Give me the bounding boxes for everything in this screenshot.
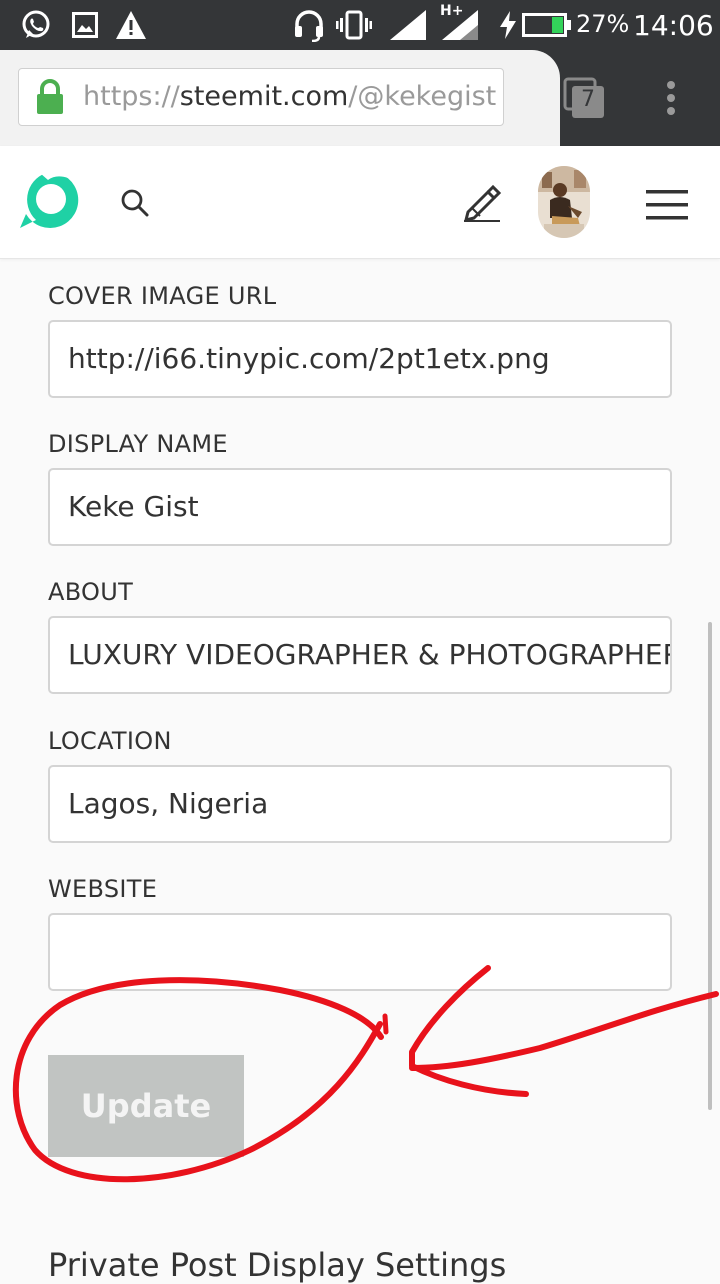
lock-icon: [35, 79, 65, 119]
browser-toolbar: https://steemit.com/@kekegist 7: [0, 50, 720, 146]
vibrate-icon: [336, 10, 372, 44]
cover-image-url-input[interactable]: http://i66.tinypic.com/2pt1etx.png: [48, 320, 672, 398]
scrollbar[interactable]: [708, 622, 712, 1110]
location-label: LOCATION: [48, 727, 172, 755]
about-label: ABOUT: [48, 578, 134, 606]
url-scheme: https://: [83, 81, 180, 112]
location-input[interactable]: Lagos, Nigeria: [48, 765, 672, 843]
website-input[interactable]: [48, 913, 672, 991]
hamburger-menu-icon[interactable]: [646, 188, 688, 226]
whatsapp-icon: [20, 9, 52, 45]
pencil-icon[interactable]: [462, 182, 502, 226]
warning-icon: [115, 10, 147, 44]
tab-count: 7: [581, 87, 595, 112]
cover-image-url-label: COVER IMAGE URL: [48, 282, 277, 310]
annotation-arrow-shaft: [409, 991, 719, 1071]
avatar[interactable]: [538, 166, 590, 238]
gallery-icon: [72, 12, 98, 42]
url-path: /@kekegist: [348, 81, 497, 112]
url-text: https://steemit.com/@kekegist: [83, 81, 496, 112]
tabs-button[interactable]: 7: [562, 76, 606, 124]
about-input[interactable]: LUXURY VIDEOGRAPHER & PHOTOGRAPHER: [48, 616, 672, 694]
update-button[interactable]: Update: [48, 1055, 244, 1157]
url-host: steemit.com: [179, 81, 349, 112]
signal-icon: [390, 10, 426, 44]
steemit-logo-icon[interactable]: [18, 168, 82, 236]
network-type-label: H+: [440, 3, 464, 19]
display-name-label: DISPLAY NAME: [48, 430, 228, 458]
search-icon[interactable]: [120, 188, 150, 222]
clock: 14:06: [633, 9, 714, 42]
display-name-input[interactable]: Keke Gist: [48, 468, 672, 546]
private-post-settings-title: Private Post Display Settings: [48, 1246, 507, 1284]
url-bar[interactable]: https://steemit.com/@kekegist: [18, 68, 504, 126]
more-vert-icon[interactable]: [664, 80, 678, 120]
url-bar-container: https://steemit.com/@kekegist: [0, 50, 560, 146]
charging-icon: [498, 11, 518, 43]
site-header: [0, 146, 720, 259]
website-label: WEBSITE: [48, 875, 158, 903]
status-bar: H+ 27% 14:06: [0, 0, 720, 50]
battery-icon: [522, 13, 572, 41]
battery-percent: 27%: [576, 10, 630, 38]
headset-icon: [292, 8, 326, 46]
